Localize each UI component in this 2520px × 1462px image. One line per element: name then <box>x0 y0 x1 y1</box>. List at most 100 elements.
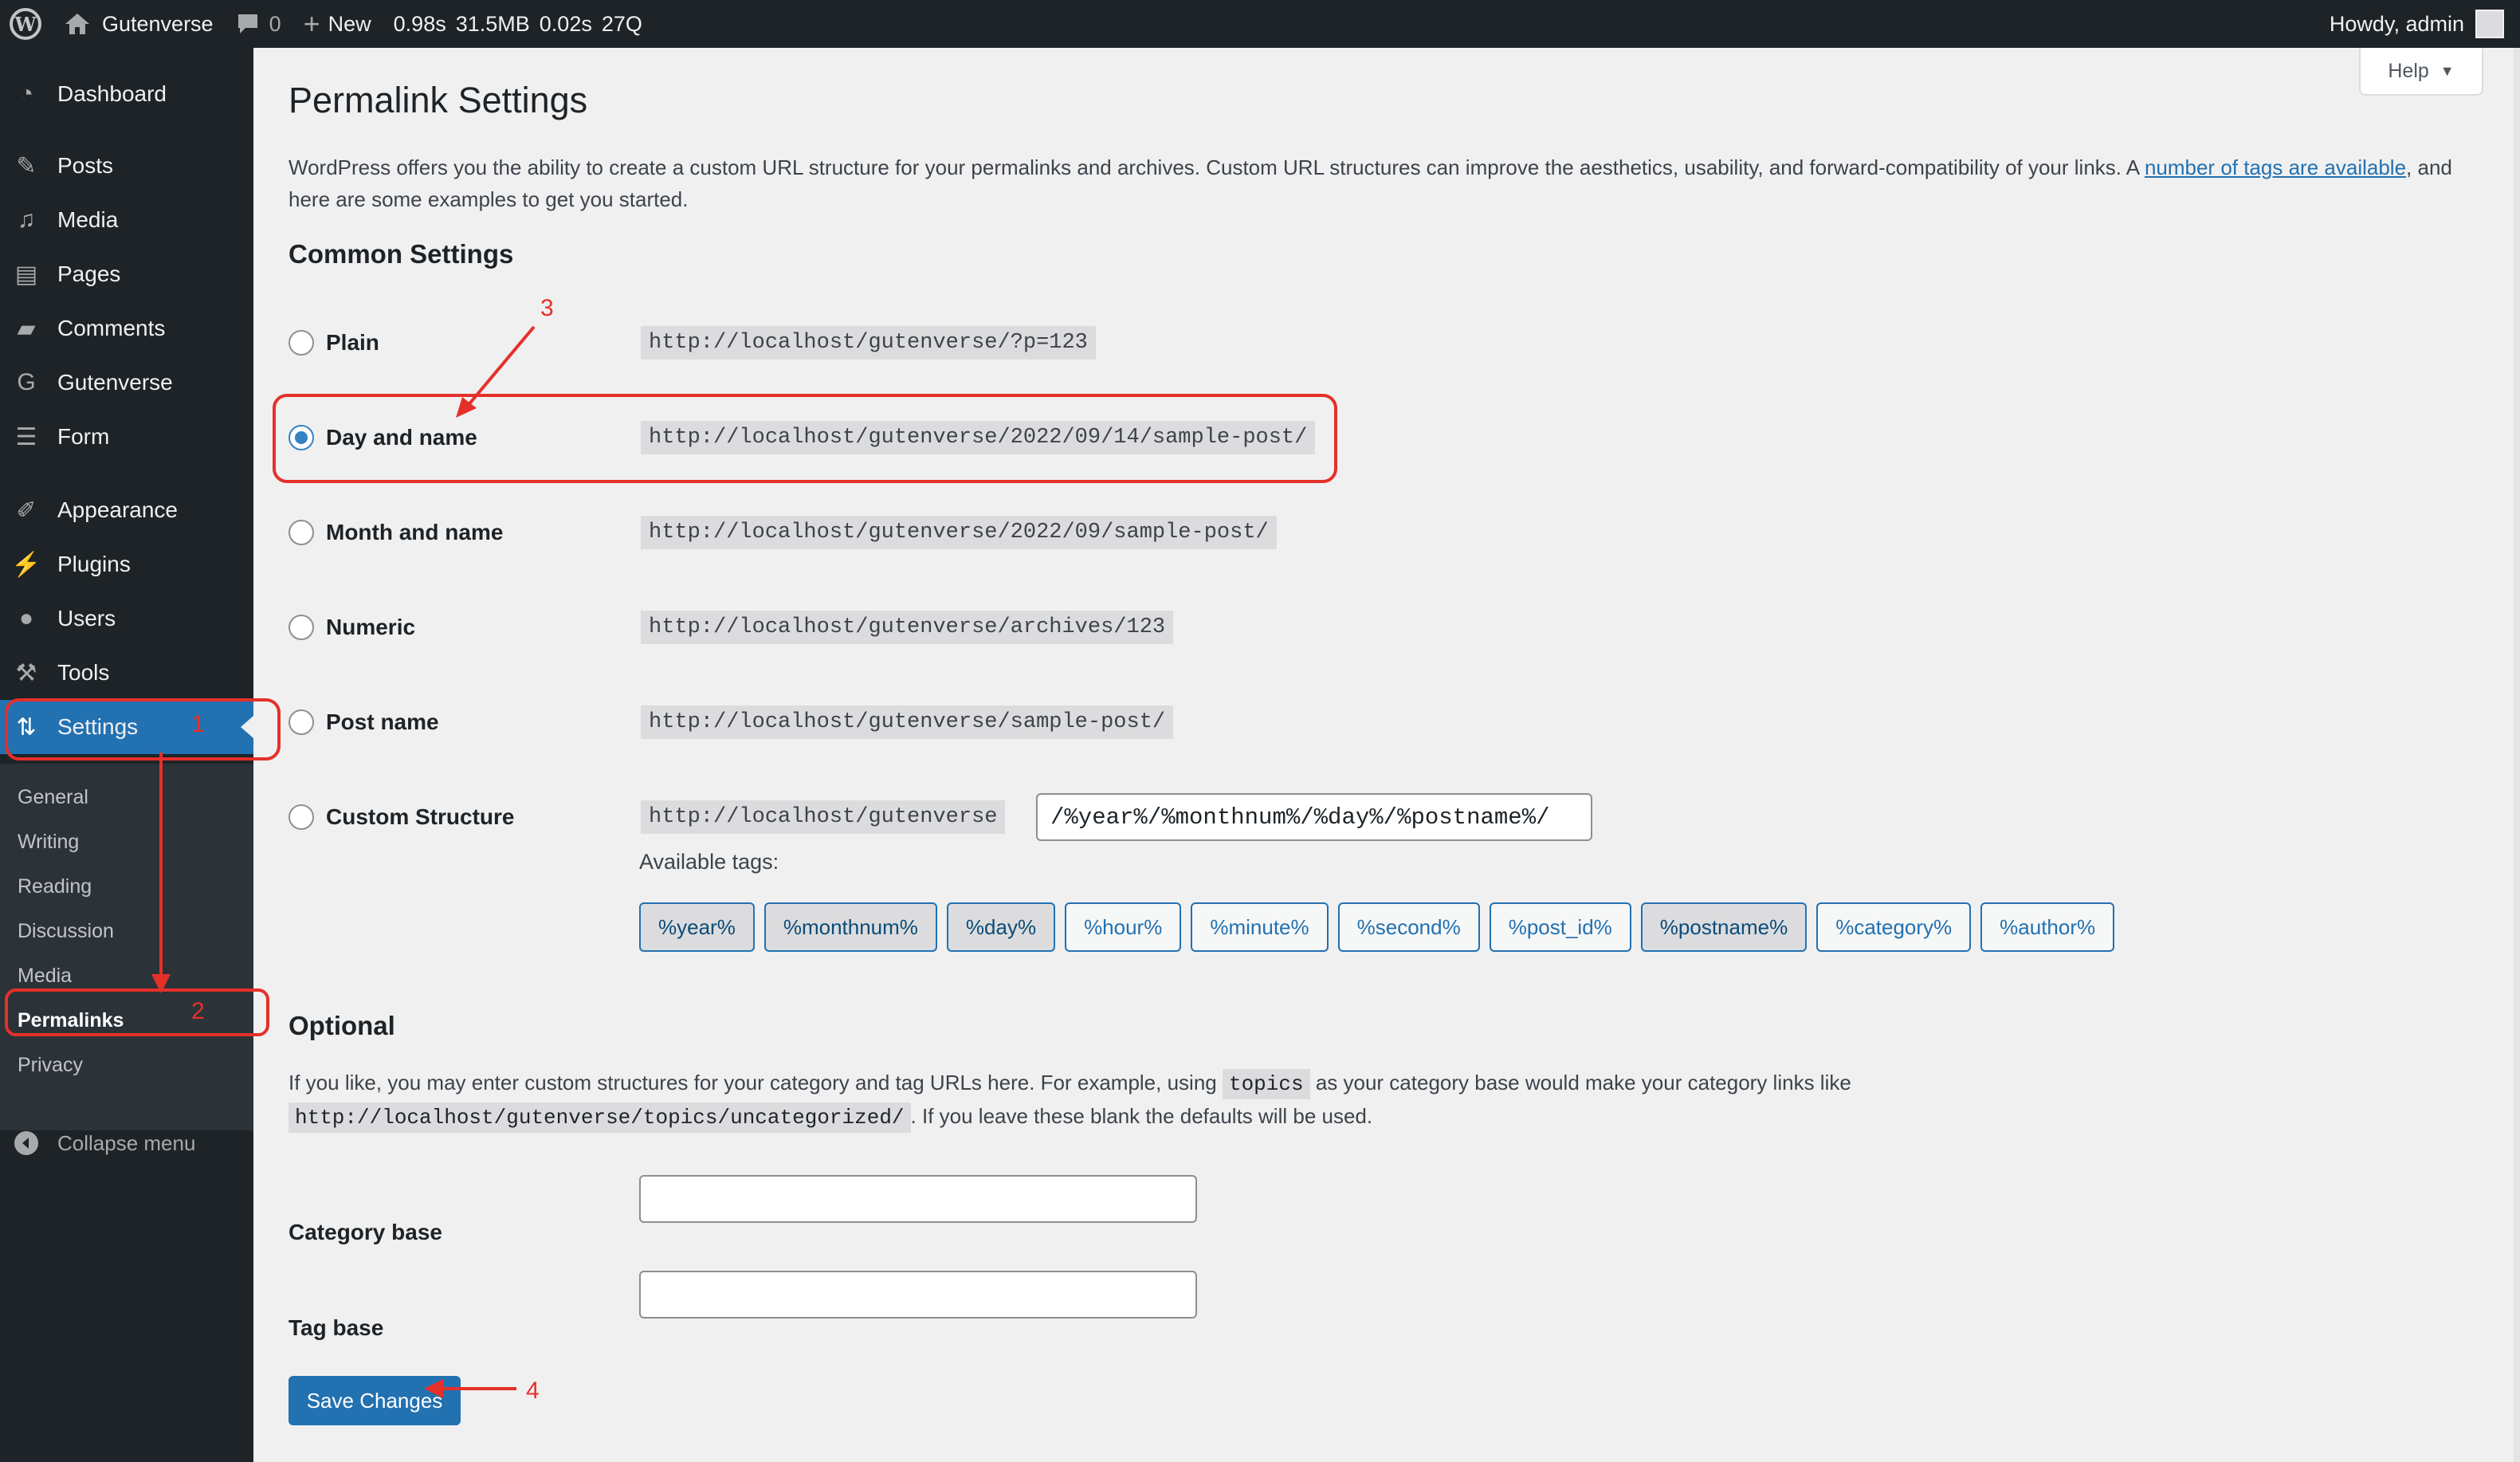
sidebar-item-comments[interactable]: ▰ Comments <box>0 301 253 356</box>
category-base-label: Category base <box>289 1220 442 1244</box>
tag-button-hour[interactable]: %hour% <box>1065 902 1182 952</box>
tags-available-link[interactable]: number of tags are available <box>2145 155 2406 179</box>
option-label: Custom Structure <box>326 804 515 829</box>
home-icon <box>65 14 89 34</box>
wordpress-logo-icon: W <box>10 8 41 40</box>
annotation-number-1: 1 <box>191 711 205 737</box>
sidebar-item-form[interactable]: ☰ Form <box>0 410 253 464</box>
sidebar-item-pages[interactable]: ▤ Pages <box>0 247 253 301</box>
option-example: http://localhost/gutenverse/?p=123 <box>641 326 1096 360</box>
tag-button-second[interactable]: %second% <box>1337 902 1480 952</box>
custom-structure-input[interactable]: /%year%/%monthnum%/%day%/%postname%/ <box>1036 793 1592 841</box>
category-base-input[interactable] <box>639 1175 1197 1223</box>
permalink-option-plain[interactable]: Plain http://localhost/gutenverse/?p=123 <box>289 319 2440 367</box>
new-content-menu[interactable]: + New <box>292 0 383 48</box>
comment-icon: ▰ <box>17 315 36 342</box>
tag-button-minute[interactable]: %minute% <box>1191 902 1329 952</box>
permalink-option-custom[interactable]: Custom Structure http://localhost/gutenv… <box>289 793 2440 841</box>
sidebar-item-label: Form <box>57 424 110 449</box>
form-icon: ☰ <box>15 423 37 450</box>
sidebar-item-label: Comments <box>57 316 166 340</box>
annotation-number-4: 4 <box>526 1378 540 1404</box>
tag-button-day[interactable]: %day% <box>946 902 1056 952</box>
submenu-reading[interactable]: Reading <box>18 864 92 909</box>
radio-numeric[interactable] <box>289 615 314 640</box>
option-label: Numeric <box>326 615 416 639</box>
submenu-writing[interactable]: Writing <box>18 819 79 864</box>
sidebar-item-gutenverse[interactable]: G Gutenverse <box>0 356 253 410</box>
optional-text: If you like, you may enter custom struct… <box>289 1067 2472 1134</box>
sidebar-item-dashboard[interactable]: ◔ Dashboard <box>0 67 253 121</box>
plus-icon: + <box>303 7 320 40</box>
help-button[interactable]: Help ▼ <box>2359 48 2483 96</box>
save-changes-button[interactable]: Save Changes <box>289 1376 461 1425</box>
available-tags: %year% %monthnum% %day% %hour% %minute% … <box>639 902 2115 952</box>
sidebar-item-label: Dashboard <box>57 81 167 106</box>
annotation-box-permalinks <box>5 988 269 1036</box>
collapse-menu-button[interactable]: Collapse menu <box>0 1116 253 1170</box>
plug-icon: ⚡ <box>11 551 41 578</box>
annotation-box-day-and-name <box>273 394 1337 483</box>
pin-icon: ✎ <box>16 152 37 179</box>
submenu-general[interactable]: General <box>18 775 88 819</box>
new-label: New <box>328 11 371 36</box>
query-monitor-stats[interactable]: 0.98s 31.5MB 0.02s 27Q <box>383 0 654 48</box>
perf-time: 0.98s <box>393 11 446 36</box>
dashboard-icon: ◔ <box>18 81 34 107</box>
my-account-menu[interactable]: Howdy, admin <box>2330 0 2504 48</box>
site-name: Gutenverse <box>102 11 214 36</box>
intro-text: WordPress offers you the ability to crea… <box>289 151 2472 215</box>
permalink-option-month-and-name[interactable]: Month and name http://localhost/gutenver… <box>289 509 2440 556</box>
sidebar-item-posts[interactable]: ✎ Posts <box>0 139 253 193</box>
sidebar-item-label: Plugins <box>57 552 131 576</box>
tag-button-monthnum[interactable]: %monthnum% <box>763 902 937 952</box>
wrench-icon: ⚒ <box>15 659 37 686</box>
permalink-option-numeric[interactable]: Numeric http://localhost/gutenverse/arch… <box>289 603 2440 651</box>
sidebar-item-plugins[interactable]: ⚡ Plugins <box>0 537 253 591</box>
page-scrollbar[interactable] <box>2514 48 2520 1462</box>
comments-count: 0 <box>269 11 281 36</box>
comments-link[interactable]: 0 <box>225 0 292 48</box>
radio-month-and-name[interactable] <box>289 520 314 545</box>
brush-icon: ✐ <box>16 497 37 524</box>
sidebar-item-users[interactable]: ● Users <box>0 591 253 646</box>
sidebar-item-media[interactable]: ♫ Media <box>0 193 253 247</box>
option-example: http://localhost/gutenverse/sample-post/ <box>641 705 1174 739</box>
optional-text-2: as your category base would make your ca… <box>1309 1071 1851 1095</box>
sidebar-item-label: Pages <box>57 261 121 286</box>
optional-code-url: http://localhost/gutenverse/topics/uncat… <box>289 1102 911 1133</box>
permalink-option-post-name[interactable]: Post name http://localhost/gutenverse/sa… <box>289 698 2440 746</box>
settings-submenu: General Writing Reading Discussion Media… <box>0 764 253 1130</box>
tag-button-postname[interactable]: %postname% <box>1640 902 1808 952</box>
common-settings-title: Common Settings <box>289 239 514 269</box>
tag-base-input[interactable] <box>639 1271 1197 1319</box>
option-label: Post name <box>326 709 439 734</box>
tag-button-post-id[interactable]: %post_id% <box>1489 902 1631 952</box>
option-label: Plain <box>326 330 379 355</box>
sidebar-item-tools[interactable]: ⚒ Tools <box>0 646 253 700</box>
annotation-box-settings <box>5 698 281 760</box>
submenu-discussion[interactable]: Discussion <box>18 909 114 953</box>
radio-custom-structure[interactable] <box>289 804 314 830</box>
annotation-number-3: 3 <box>540 295 554 321</box>
radio-plain[interactable] <box>289 330 314 356</box>
collapse-label: Collapse menu <box>57 1130 196 1155</box>
radio-post-name[interactable] <box>289 709 314 735</box>
optional-code-topics: topics <box>1222 1069 1310 1099</box>
optional-title: Optional <box>289 1011 395 1040</box>
perf-query-time: 0.02s <box>539 11 592 36</box>
tag-button-category[interactable]: %category% <box>1816 902 1972 952</box>
intro-text-before: WordPress offers you the ability to crea… <box>289 155 2145 179</box>
tag-button-author[interactable]: %author% <box>1980 902 2115 952</box>
optional-text-3: . If you leave these blank the defaults … <box>910 1104 1373 1128</box>
tag-button-year[interactable]: %year% <box>639 902 755 952</box>
option-example: http://localhost/gutenverse/2022/09/samp… <box>641 516 1277 549</box>
sidebar-item-label: Posts <box>57 153 114 178</box>
tag-base-label: Tag base <box>289 1315 384 1340</box>
perf-memory: 31.5MB <box>455 11 530 36</box>
page-title: Permalink Settings <box>289 80 588 120</box>
sidebar-item-appearance[interactable]: ✐ Appearance <box>0 483 253 537</box>
wp-logo-menu[interactable]: W <box>0 0 53 48</box>
submenu-privacy[interactable]: Privacy <box>18 1043 83 1087</box>
site-name-link[interactable]: Gutenverse <box>53 0 225 48</box>
